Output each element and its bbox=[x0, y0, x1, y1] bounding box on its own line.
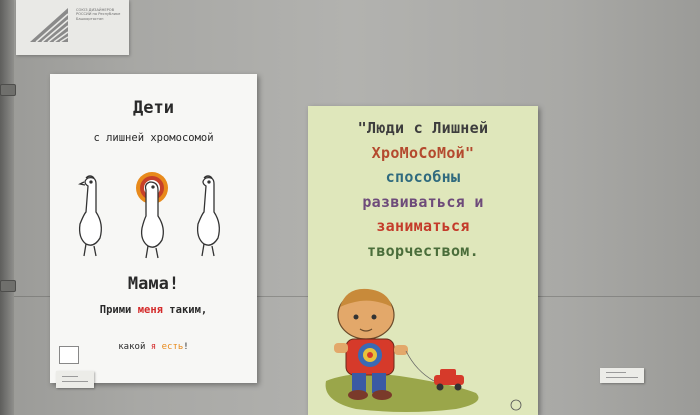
text-part-highlight: есть bbox=[156, 342, 184, 352]
geese-illustration bbox=[78, 172, 220, 259]
goose-right bbox=[196, 175, 220, 257]
boy-with-toy-car-illustration bbox=[325, 288, 522, 412]
poster-badge-logo bbox=[59, 346, 79, 364]
poster-title: Дети bbox=[133, 98, 174, 118]
designers-union-text: СОЮЗ ДИЗАЙНЕРОВ РОССИИ по Республике Баш… bbox=[76, 8, 121, 21]
poster-slogan: "Люди с Лишней ХроМоСоМой" способны разв… bbox=[308, 116, 538, 263]
slogan-line: развиваться и bbox=[362, 192, 484, 211]
caption-line bbox=[62, 381, 88, 382]
poster-line-accept: Прими меня таким, bbox=[50, 304, 257, 316]
poster-small-logo bbox=[510, 399, 522, 411]
goose-left bbox=[78, 175, 102, 257]
hinge bbox=[0, 84, 16, 96]
caption-line bbox=[606, 372, 626, 373]
door-edge bbox=[0, 0, 14, 415]
text-part-highlight: меня bbox=[137, 304, 163, 316]
hinge bbox=[0, 280, 16, 292]
poster-children-chromosome: Дети с лишней хромосомой Мама! Прими мен… bbox=[50, 74, 257, 383]
slogan-line: ХроМоСоМой" bbox=[371, 143, 475, 162]
caption-line bbox=[606, 377, 638, 378]
slogan-line: заниматься bbox=[376, 217, 470, 235]
caption-label-right bbox=[600, 368, 644, 383]
poster-extra-chromosome-creativity: "Люди с Лишней ХроМоСоМой" способны разв… bbox=[308, 106, 538, 415]
goose-middle bbox=[136, 172, 168, 259]
slogan-line: творчеством. bbox=[367, 241, 479, 260]
text-part: Прими bbox=[99, 304, 138, 316]
designers-union-logo bbox=[30, 8, 69, 43]
caption-label-left bbox=[56, 371, 94, 388]
slogan-line: способны bbox=[385, 168, 461, 186]
slogan-line: "Люди с Лишней bbox=[357, 119, 489, 137]
text-part: какой bbox=[118, 342, 151, 352]
text-part: таким, bbox=[162, 304, 208, 316]
caption-line bbox=[62, 376, 78, 377]
text-part: ! bbox=[183, 342, 189, 352]
poster-line-as-i-am: какой я есть! bbox=[50, 342, 257, 352]
designers-union-sign: СОЮЗ ДИЗАЙНЕРОВ РОССИИ по Республике Баш… bbox=[16, 0, 129, 55]
poster-exclaim: Мама! bbox=[127, 274, 180, 294]
boy-trousers bbox=[352, 373, 366, 393]
poster-subtitle: с лишней хромосомой bbox=[93, 132, 214, 144]
